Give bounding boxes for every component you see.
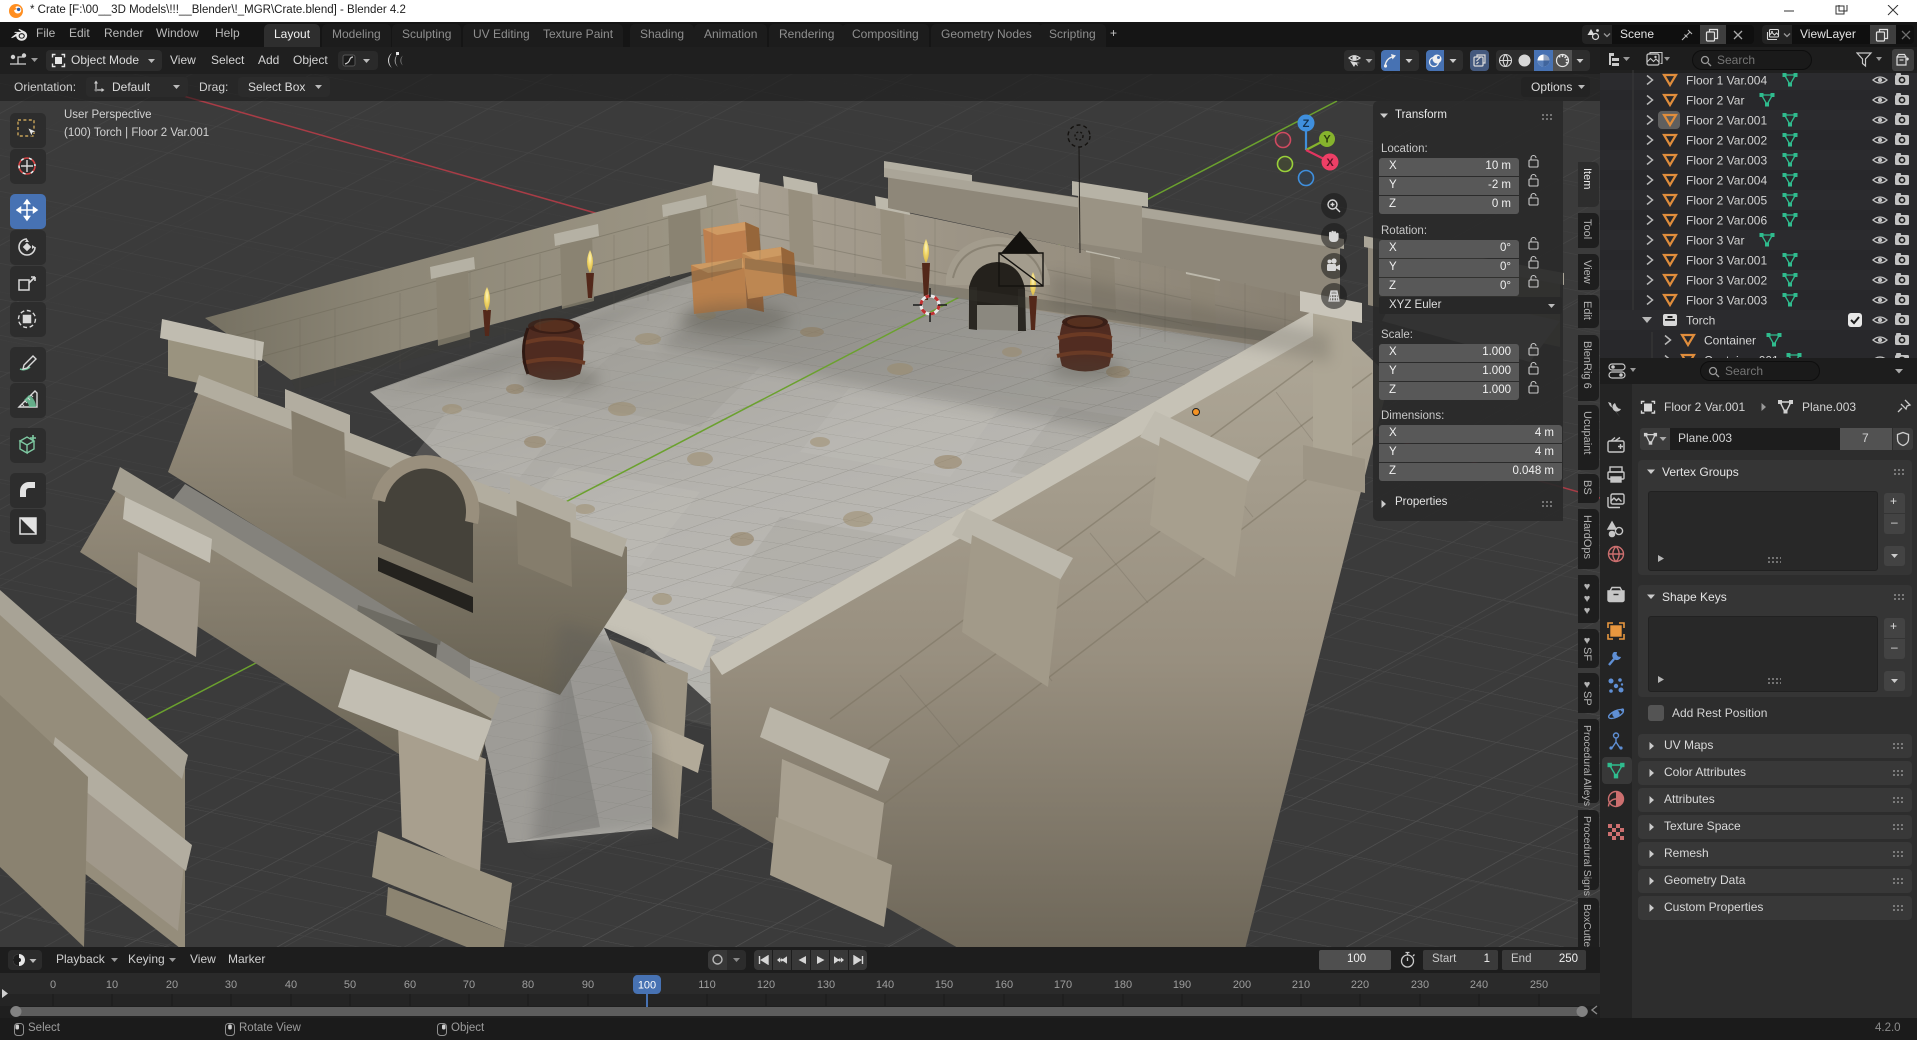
svg-text:Floor 2 Var.006: Floor 2 Var.006 bbox=[1686, 214, 1767, 228]
svg-text:220: 220 bbox=[1351, 979, 1369, 991]
svg-text:180: 180 bbox=[1114, 979, 1132, 991]
svg-text:70: 70 bbox=[463, 979, 475, 991]
svg-text:250: 250 bbox=[1530, 979, 1548, 991]
svg-text:190: 190 bbox=[1173, 979, 1191, 991]
svg-text:100: 100 bbox=[638, 980, 656, 992]
svg-text:Floor 2 Var: Floor 2 Var bbox=[1686, 94, 1744, 108]
svg-text:Floor 2 Var.001: Floor 2 Var.001 bbox=[1686, 114, 1767, 128]
svg-text:110: 110 bbox=[698, 979, 716, 991]
svg-text:Z: Z bbox=[1303, 118, 1310, 130]
svg-text:Container: Container bbox=[1704, 334, 1756, 348]
svg-text:230: 230 bbox=[1411, 979, 1429, 991]
svg-text:Floor 3 Var.003: Floor 3 Var.003 bbox=[1686, 294, 1767, 308]
svg-text:Y: Y bbox=[1323, 134, 1331, 146]
svg-text:50: 50 bbox=[344, 979, 356, 991]
svg-text:60: 60 bbox=[404, 979, 416, 991]
svg-text:130: 130 bbox=[817, 979, 835, 991]
svg-text:Floor 3 Var.002: Floor 3 Var.002 bbox=[1686, 274, 1767, 288]
svg-text:Floor 3 Var: Floor 3 Var bbox=[1686, 234, 1744, 248]
svg-text:90: 90 bbox=[582, 979, 594, 991]
svg-text:150: 150 bbox=[935, 979, 953, 991]
svg-text:X: X bbox=[1326, 157, 1334, 169]
svg-text:140: 140 bbox=[876, 979, 894, 991]
svg-text:240: 240 bbox=[1470, 979, 1488, 991]
svg-text:160: 160 bbox=[995, 979, 1013, 991]
svg-text:Floor 2 Var.004: Floor 2 Var.004 bbox=[1686, 174, 1767, 188]
svg-text:10: 10 bbox=[106, 979, 118, 991]
svg-text:0: 0 bbox=[50, 979, 56, 991]
svg-text:20: 20 bbox=[166, 979, 178, 991]
svg-text:170: 170 bbox=[1054, 979, 1072, 991]
svg-text:Torch: Torch bbox=[1686, 314, 1715, 328]
svg-text:Floor 2 Var.003: Floor 2 Var.003 bbox=[1686, 154, 1767, 168]
svg-text:30: 30 bbox=[225, 979, 237, 991]
svg-text:Floor 2 Var.005: Floor 2 Var.005 bbox=[1686, 194, 1767, 208]
svg-text:120: 120 bbox=[757, 979, 775, 991]
svg-text:Floor 1 Var.004: Floor 1 Var.004 bbox=[1686, 74, 1767, 88]
svg-text:80: 80 bbox=[522, 979, 534, 991]
svg-text:210: 210 bbox=[1292, 979, 1310, 991]
svg-text:Floor 2 Var.002: Floor 2 Var.002 bbox=[1686, 134, 1767, 148]
svg-text:200: 200 bbox=[1233, 979, 1251, 991]
svg-text:Floor 3 Var.001: Floor 3 Var.001 bbox=[1686, 254, 1767, 268]
svg-text:40: 40 bbox=[285, 979, 297, 991]
